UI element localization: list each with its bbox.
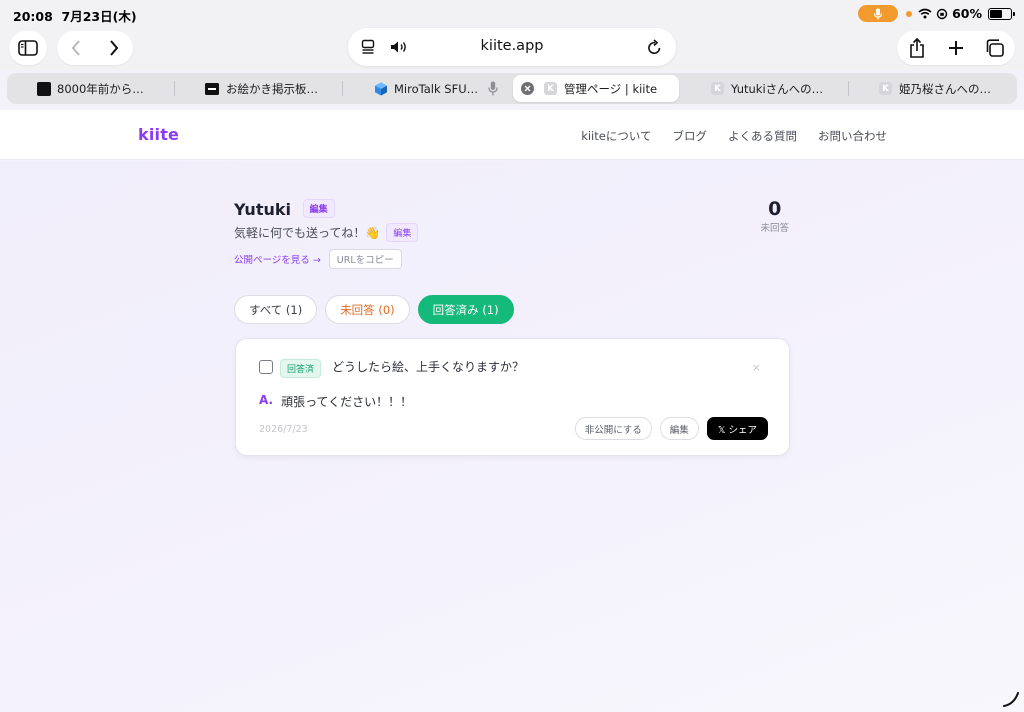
tabs-icon <box>986 39 1004 57</box>
question-date: 2026/7/23 <box>259 424 308 435</box>
profile-name: Yutuki <box>234 200 291 219</box>
nav-blog[interactable]: ブログ <box>673 128 708 144</box>
question-card: 回答済 どうしたら絵、上手くなりますか？ × A. 頑張ってください！！！ 20… <box>235 338 790 456</box>
orientation-lock-icon <box>936 8 948 19</box>
profile-bio-row: 気軽に何でも送ってね！👋 編集 <box>234 223 419 242</box>
url-text: kiite.app <box>480 38 544 54</box>
edit-answer-button[interactable]: 編集 <box>659 417 699 440</box>
unanswered-counter: 0 未回答 <box>760 198 789 234</box>
sidebar-toggle-button[interactable] <box>9 31 47 65</box>
battery-percentage: 60% <box>952 6 982 21</box>
sidebar-icon <box>18 40 38 56</box>
clock-date: 7月23日(木) <box>61 9 137 24</box>
tab-mirotalk[interactable]: MiroTalk SFU… <box>374 73 498 104</box>
history-nav-group <box>57 31 133 65</box>
tab-divider <box>848 81 849 96</box>
filter-all-button[interactable]: すべて (1) <box>234 295 318 324</box>
nav-contact[interactable]: お問い合わせ <box>818 128 887 144</box>
status-bar: 20:08 7月23日(木) 60% <box>0 0 1024 28</box>
profile-header: Yutuki 編集 <box>234 199 335 219</box>
public-page-link[interactable]: 公開ページを見る → <box>234 252 321 266</box>
moon-icon <box>37 81 51 96</box>
tab-divider <box>174 81 175 96</box>
tab-divider <box>342 81 343 96</box>
tab-label: お絵かき掲示板… <box>226 81 318 96</box>
wifi-icon <box>918 8 932 19</box>
close-tab-icon[interactable] <box>521 82 534 95</box>
scribble-indicator-icon <box>1003 692 1019 707</box>
tab-label: MiroTalk SFU… <box>394 81 479 96</box>
microphone-active-icon <box>858 5 899 22</box>
address-bar[interactable]: kiite.app <box>348 28 676 66</box>
site-header: kiite kiiteについて ブログ よくある質問 お問い合わせ <box>0 110 1024 160</box>
cube-icon <box>375 82 387 95</box>
tab-yutuki-page[interactable]: K Yutukiさんへの… <box>711 73 823 104</box>
tab-admin-page[interactable]: K 管理ページ | kiite <box>513 75 679 102</box>
site-logo[interactable]: kiite <box>138 125 179 144</box>
status-time: 20:08 7月23日(木) <box>13 6 137 25</box>
k-icon: K <box>544 82 557 95</box>
plus-icon <box>949 41 963 55</box>
share-page-button[interactable] <box>897 38 937 58</box>
unanswered-count-label: 未回答 <box>760 223 789 234</box>
share-icon <box>910 38 924 58</box>
toolbar-actions-group <box>897 31 1015 65</box>
battery-icon <box>988 7 1015 20</box>
k-icon: K <box>711 82 724 95</box>
tab-drawing-board[interactable]: お絵かき掲示板… <box>205 73 318 104</box>
black-square-icon <box>205 82 219 95</box>
clock-time: 20:08 <box>13 9 53 24</box>
unanswered-count: 0 <box>768 198 782 220</box>
new-tab-button[interactable] <box>937 40 975 56</box>
k-icon: K <box>879 82 892 95</box>
microphone-icon <box>488 81 498 96</box>
tab-label: 姫乃桜さんへの… <box>899 81 991 96</box>
share-x-button[interactable]: 𝕏 シェア <box>706 417 768 440</box>
browser-toolbar: kiite.app <box>0 28 1024 70</box>
edit-name-button[interactable]: 編集 <box>302 199 335 218</box>
reload-icon[interactable] <box>647 39 662 55</box>
filter-answered-button[interactable]: 回答済み (1) <box>417 295 514 324</box>
edit-bio-button[interactable]: 編集 <box>386 223 419 242</box>
site-nav: kiiteについて ブログ よくある質問 お問い合わせ <box>581 128 887 144</box>
card-actions: 非公開にする 編集 𝕏 シェア <box>574 417 768 440</box>
answer-text: 頑張ってください！！！ <box>281 395 413 409</box>
tab-bar: 8000年前から… お絵かき掲示板… MiroTalk SFU… K 管理ページ… <box>7 73 1017 104</box>
battery-level <box>990 9 1002 18</box>
select-question-checkbox[interactable] <box>259 360 273 374</box>
answer-prefix: A. <box>259 393 274 407</box>
tab-8000-years[interactable]: 8000年前から… <box>37 73 144 104</box>
tab-himenozakura-page[interactable]: K 姫乃桜さんへの… <box>879 73 991 104</box>
chevron-right-icon <box>110 40 119 56</box>
copy-url-button[interactable]: URLをコピー <box>328 249 402 269</box>
profile-links: 公開ページを見る → URLをコピー <box>234 249 402 269</box>
tab-label: Yutukiさんへの… <box>731 81 824 96</box>
privacy-indicator-icon <box>906 10 913 17</box>
answer-row: A. 頑張ってください！！！ <box>259 393 412 410</box>
nav-about[interactable]: kiiteについて <box>581 128 651 144</box>
question-filters: すべて (1) 未回答 (0) 回答済み (1) <box>234 295 514 324</box>
forward-button[interactable] <box>95 40 133 56</box>
profile-bio: 気軽に何でも送ってね！👋 <box>234 226 381 240</box>
admin-main: Yutuki 編集 気軽に何でも送ってね！👋 編集 公開ページを見る → URL… <box>0 161 1024 712</box>
filter-unanswered-button[interactable]: 未回答 (0) <box>325 295 410 324</box>
status-indicators: 60% <box>858 5 1015 22</box>
answered-badge: 回答済 <box>280 359 322 378</box>
tab-label: 管理ページ | kiite <box>564 81 658 96</box>
nav-faq[interactable]: よくある質問 <box>728 128 797 144</box>
question-text: どうしたら絵、上手くなりますか？ <box>332 360 525 374</box>
tab-overview-button[interactable] <box>975 39 1013 57</box>
delete-question-button[interactable]: × <box>752 361 761 374</box>
make-private-button[interactable]: 非公開にする <box>574 417 652 440</box>
back-button[interactable] <box>57 40 95 56</box>
tab-label: 8000年前から… <box>57 81 144 96</box>
chevron-left-icon <box>71 40 80 56</box>
